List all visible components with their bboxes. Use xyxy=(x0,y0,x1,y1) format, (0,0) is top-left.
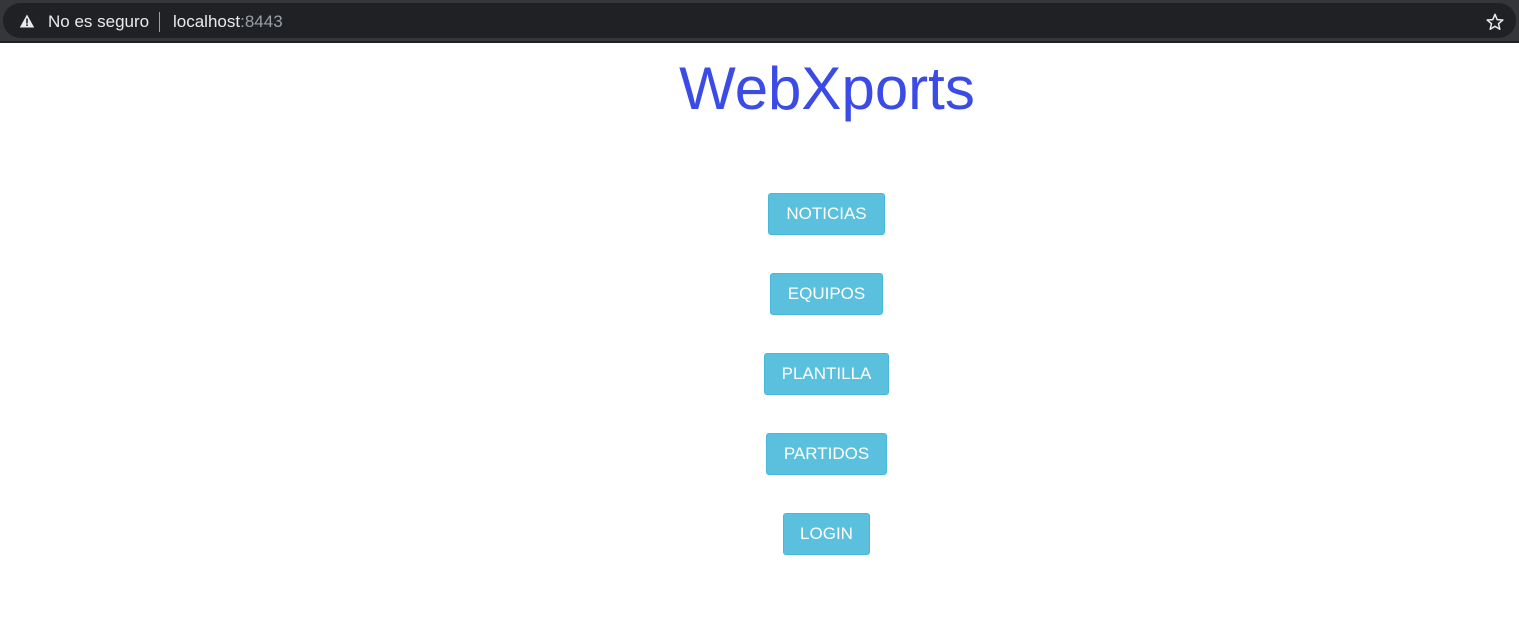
url-text[interactable]: localhost:8443 xyxy=(173,12,283,32)
address-separator xyxy=(159,12,160,32)
plantilla-button[interactable]: PLANTILLA xyxy=(764,353,889,395)
url-port: :8443 xyxy=(240,12,283,31)
equipos-button[interactable]: EQUIPOS xyxy=(770,273,883,315)
site-title: WebXports xyxy=(679,55,975,122)
browser-toolbar: No es seguro localhost:8443 xyxy=(0,0,1519,43)
noticias-button[interactable]: NOTICIAS xyxy=(768,193,885,235)
login-button[interactable]: LOGIN xyxy=(783,513,870,555)
partidos-button[interactable]: PARTIDOS xyxy=(766,433,887,475)
url-host: localhost xyxy=(173,12,241,31)
bookmark-star-icon[interactable] xyxy=(1485,12,1505,32)
page-content: WebXports NOTICIAS EQUIPOS PLANTILLA PAR… xyxy=(0,45,1519,626)
warning-icon[interactable] xyxy=(19,13,35,29)
security-status-label[interactable]: No es seguro xyxy=(48,12,149,32)
address-bar[interactable]: No es seguro localhost:8443 xyxy=(3,3,1516,38)
